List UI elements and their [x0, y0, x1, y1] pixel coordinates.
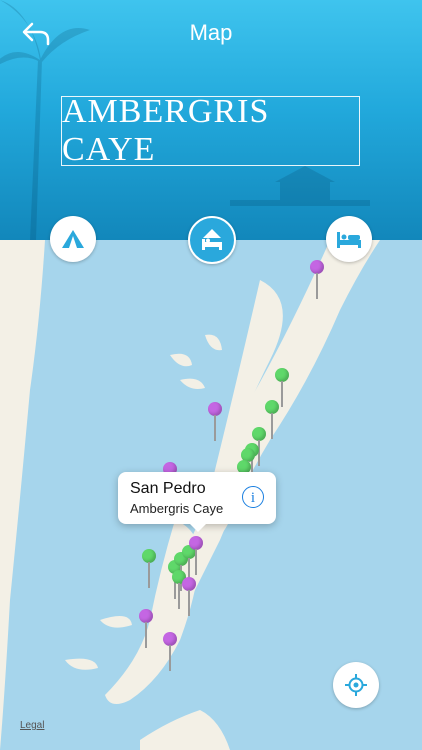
legal-link[interactable]: Legal	[20, 720, 44, 731]
map-pin-purple[interactable]	[182, 577, 196, 617]
map-pin-purple[interactable]	[139, 609, 153, 649]
page-title: Map	[189, 20, 233, 45]
map-pin-purple[interactable]	[189, 536, 203, 576]
category-camping-button[interactable]	[50, 216, 96, 262]
map-pin-purple[interactable]	[208, 402, 222, 442]
category-hotels-button[interactable]	[188, 216, 236, 264]
brand-title: AMBERGRIS CAYE	[62, 93, 270, 168]
header: Map AMBERGRIS CAYE	[0, 0, 422, 240]
brand-frame: AMBERGRIS CAYE	[61, 93, 360, 168]
callout-title: San Pedro	[130, 480, 206, 497]
callout-subtitle: Ambergris Caye	[130, 501, 224, 516]
bed-icon	[337, 232, 361, 248]
map-pin-purple[interactable]	[163, 632, 177, 672]
info-icon[interactable]: i	[242, 486, 264, 508]
category-lodging-button[interactable]	[326, 216, 372, 262]
location-callout[interactable]: San Pedro Ambergris Caye i	[118, 472, 276, 532]
map-pin-green[interactable]	[265, 400, 279, 440]
crosshair-icon	[345, 674, 367, 696]
hotel-icon	[202, 229, 222, 250]
map-pin-green[interactable]	[142, 549, 156, 589]
map-pin-purple[interactable]	[310, 260, 324, 300]
locate-me-button[interactable]	[333, 662, 379, 708]
tent-icon	[62, 230, 84, 248]
